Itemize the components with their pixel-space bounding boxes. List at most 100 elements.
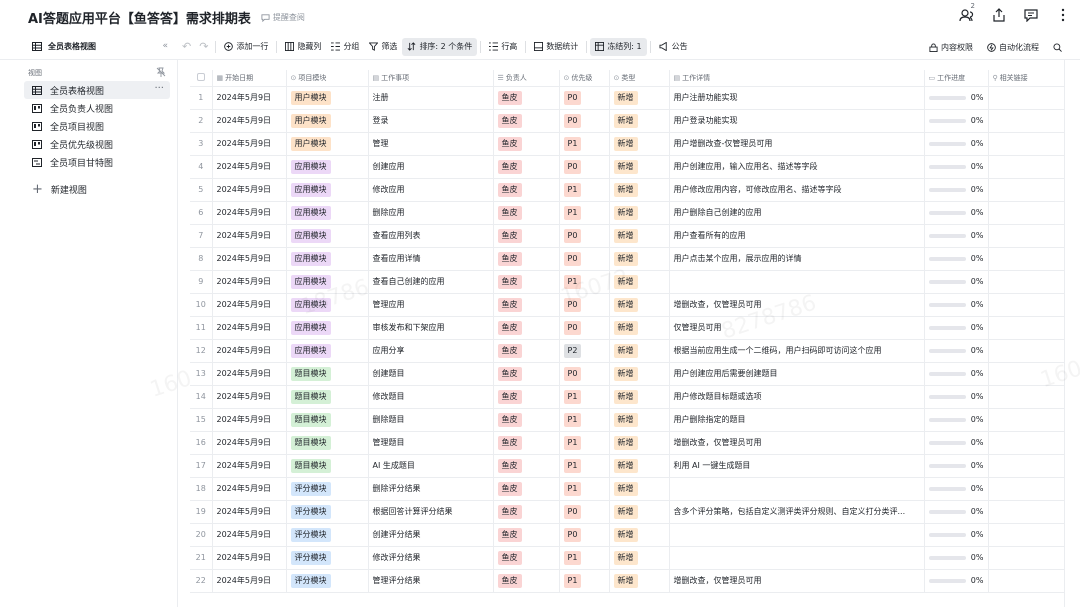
cell-start-date[interactable]: 2024年5月9日 [212, 408, 287, 432]
document-title[interactable]: AI答题应用平台【鱼答答】需求排期表 [28, 8, 251, 27]
sidebar-item-view[interactable]: 全员项目甘特图 [24, 153, 170, 171]
table-row[interactable]: 16 2024年5月9日 题目模块 管理题目 鱼皮 P1 新增 增删改查，仅管理员可用 0% [190, 431, 1065, 455]
table-row[interactable]: 12 2024年5月9日 应用模块 应用分享 鱼皮 P2 新增 根据当前应用生成一个二维码，用… [190, 339, 1065, 363]
cell-task[interactable]: 管理应用 [368, 293, 494, 317]
table-row[interactable]: 21 2024年5月9日 评分模块 修改评分结果 鱼皮 P1 新增 0% [190, 546, 1065, 570]
cell-priority[interactable]: P1 [559, 408, 610, 432]
cell-detail[interactable]: 用户查看所有的应用 [669, 224, 925, 248]
cell-task[interactable]: 管理题目 [368, 431, 494, 455]
cell-progress[interactable]: 0% [924, 546, 989, 570]
cell-detail[interactable] [669, 523, 925, 547]
cell-detail[interactable] [669, 477, 925, 501]
cell-priority[interactable]: P1 [559, 477, 610, 501]
cell-progress[interactable]: 0% [924, 109, 989, 133]
cell-module[interactable]: 题目模块 [286, 385, 369, 409]
automation-button[interactable]: 自动化流程 [982, 38, 1044, 56]
cell-type[interactable]: 新增 [609, 247, 670, 271]
cell-task[interactable]: 创建题目 [368, 362, 494, 386]
row-index[interactable]: 4 [190, 155, 213, 179]
cell-link[interactable] [988, 500, 1065, 524]
cell-progress[interactable]: 0% [924, 132, 989, 156]
cell-module[interactable]: 用户模块 [286, 86, 369, 110]
cell-owner[interactable]: 鱼皮 [493, 201, 560, 225]
cell-link[interactable] [988, 293, 1065, 317]
cell-start-date[interactable]: 2024年5月9日 [212, 316, 287, 340]
cell-start-date[interactable]: 2024年5月9日 [212, 385, 287, 409]
row-index[interactable]: 8 [190, 247, 213, 271]
cell-type[interactable]: 新增 [609, 201, 670, 225]
table-row[interactable]: 3 2024年5月9日 用户模块 管理 鱼皮 P1 新增 用户增删改查-仅管理员可用 0% [190, 132, 1065, 156]
column-header-detail[interactable]: ▤ 工作详情 [669, 70, 925, 87]
cell-type[interactable]: 新增 [609, 500, 670, 524]
cell-task[interactable]: 登录 [368, 109, 494, 133]
row-index[interactable]: 9 [190, 270, 213, 294]
cell-priority[interactable]: P1 [559, 431, 610, 455]
cell-progress[interactable]: 0% [924, 86, 989, 110]
row-index[interactable]: 17 [190, 454, 213, 478]
cell-task[interactable]: 修改评分结果 [368, 546, 494, 570]
cell-link[interactable] [988, 431, 1065, 455]
cell-module[interactable]: 应用模块 [286, 316, 369, 340]
cell-progress[interactable]: 0% [924, 385, 989, 409]
cell-link[interactable] [988, 178, 1065, 202]
cell-type[interactable]: 新增 [609, 546, 670, 570]
cell-detail[interactable]: 增删改查，仅管理员可用 [669, 569, 925, 593]
cell-owner[interactable]: 鱼皮 [493, 362, 560, 386]
add-row-button[interactable]: 添加一行 [219, 38, 273, 56]
row-height-button[interactable]: 行高 [484, 38, 522, 56]
cell-task[interactable]: 删除题目 [368, 408, 494, 432]
cell-start-date[interactable]: 2024年5月9日 [212, 201, 287, 225]
cell-progress[interactable]: 0% [924, 339, 989, 363]
cell-link[interactable] [988, 86, 1065, 110]
row-index[interactable]: 21 [190, 546, 213, 570]
cell-progress[interactable]: 0% [924, 362, 989, 386]
cell-detail[interactable]: 用户注册功能实现 [669, 86, 925, 110]
cell-module[interactable]: 题目模块 [286, 408, 369, 432]
cell-owner[interactable]: 鱼皮 [493, 109, 560, 133]
column-header-type[interactable]: ⊙ 类型 [609, 70, 670, 87]
sort-button[interactable]: 排序: 2 个条件 [402, 37, 478, 56]
cell-type[interactable]: 新增 [609, 132, 670, 156]
cell-type[interactable]: 新增 [609, 86, 670, 110]
sidebar-item-view[interactable]: 全员优先级视图 [24, 135, 170, 153]
cell-link[interactable] [988, 270, 1065, 294]
cell-priority[interactable]: P2 [559, 339, 610, 363]
row-index[interactable]: 3 [190, 132, 213, 156]
cell-detail[interactable]: 仅管理员可用 [669, 316, 925, 340]
table-row[interactable]: 1 2024年5月9日 用户模块 注册 鱼皮 P0 新增 用户注册功能实现 0% [190, 86, 1065, 110]
cell-priority[interactable]: P1 [559, 201, 610, 225]
row-index[interactable]: 14 [190, 385, 213, 409]
cell-owner[interactable]: 鱼皮 [493, 569, 560, 593]
cell-task[interactable]: 管理 [368, 132, 494, 156]
hide-columns-button[interactable]: 隐藏列 [280, 38, 326, 56]
table-row[interactable]: 15 2024年5月9日 题目模块 删除题目 鱼皮 P1 新增 用户删除指定的题目 0% [190, 408, 1065, 432]
cell-type[interactable]: 新增 [609, 362, 670, 386]
cell-start-date[interactable]: 2024年5月9日 [212, 546, 287, 570]
cell-start-date[interactable]: 2024年5月9日 [212, 155, 287, 179]
cell-detail[interactable]: 增删改查，仅管理员可用 [669, 293, 925, 317]
table-row[interactable]: 6 2024年5月9日 应用模块 删除应用 鱼皮 P1 新增 用户删除自己创建的应用 0% [190, 201, 1065, 225]
column-header-owner[interactable]: ☰ 负责人 [493, 70, 560, 87]
sidebar-item-view[interactable]: 全员项目视图 [24, 117, 170, 135]
collaborators-button[interactable]: 2 [958, 2, 976, 24]
cell-owner[interactable]: 鱼皮 [493, 408, 560, 432]
cell-task[interactable]: 删除评分结果 [368, 477, 494, 501]
row-index[interactable]: 1 [190, 86, 213, 110]
cell-type[interactable]: 新增 [609, 293, 670, 317]
cell-module[interactable]: 题目模块 [286, 454, 369, 478]
cell-type[interactable]: 新增 [609, 523, 670, 547]
cell-start-date[interactable]: 2024年5月9日 [212, 362, 287, 386]
cell-progress[interactable]: 0% [924, 270, 989, 294]
cell-priority[interactable]: P0 [559, 523, 610, 547]
stats-button[interactable]: 数据统计 [529, 38, 583, 56]
more-button[interactable] [1054, 6, 1072, 24]
cell-owner[interactable]: 鱼皮 [493, 477, 560, 501]
cell-progress[interactable]: 0% [924, 454, 989, 478]
cell-module[interactable]: 题目模块 [286, 431, 369, 455]
table-row[interactable]: 13 2024年5月9日 题目模块 创建题目 鱼皮 P0 新增 用户创建应用后需要创建题目 0% [190, 362, 1065, 386]
new-view-button[interactable]: + 新建视图 [24, 179, 170, 199]
cell-owner[interactable]: 鱼皮 [493, 385, 560, 409]
cell-task[interactable]: 审核发布和下架应用 [368, 316, 494, 340]
group-button[interactable]: 分组 [326, 38, 364, 56]
row-index[interactable]: 10 [190, 293, 213, 317]
